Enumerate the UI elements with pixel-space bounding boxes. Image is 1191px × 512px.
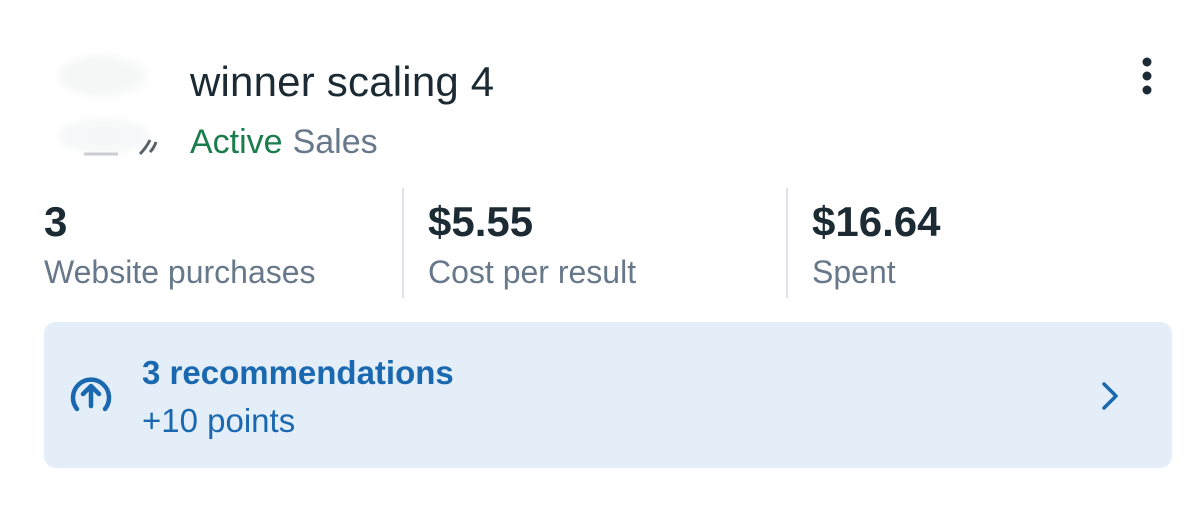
campaign-thumbnail [44,46,168,168]
metric-label: Website purchases [44,254,316,290]
metric-value: $16.64 [812,198,941,245]
metric-website-purchases: 3 Website purchases [44,188,402,298]
status-label: Active [190,123,283,161]
metric-label: Spent [812,254,896,290]
chevron-right-icon [1102,382,1118,410]
metrics-row: 3 Website purchases $5.55 Cost per resul… [44,188,1172,298]
campaign-card[interactable]: winner scaling 4 Active Sales 3 Website p… [0,0,1191,512]
metric-spent: $16.64 Spent [786,188,1172,298]
recommendations-banner[interactable]: 3 recommendations +10 points [44,322,1172,468]
recommendations-points: +10 points [142,402,296,439]
metric-value: 3 [44,198,68,245]
metric-value: $5.55 [428,198,534,245]
metric-cost-per-result: $5.55 Cost per result [402,188,786,298]
status-row: Active Sales [190,120,378,164]
campaign-title: winner scaling 4 [190,58,495,105]
more-options-button[interactable] [1127,52,1167,100]
recommendations-title: 3 recommendations [142,354,454,391]
objective-label: Sales [292,123,378,161]
arrow-up-circle-icon [70,377,112,412]
more-vertical-icon [1142,57,1152,95]
metric-label: Cost per result [428,254,637,290]
